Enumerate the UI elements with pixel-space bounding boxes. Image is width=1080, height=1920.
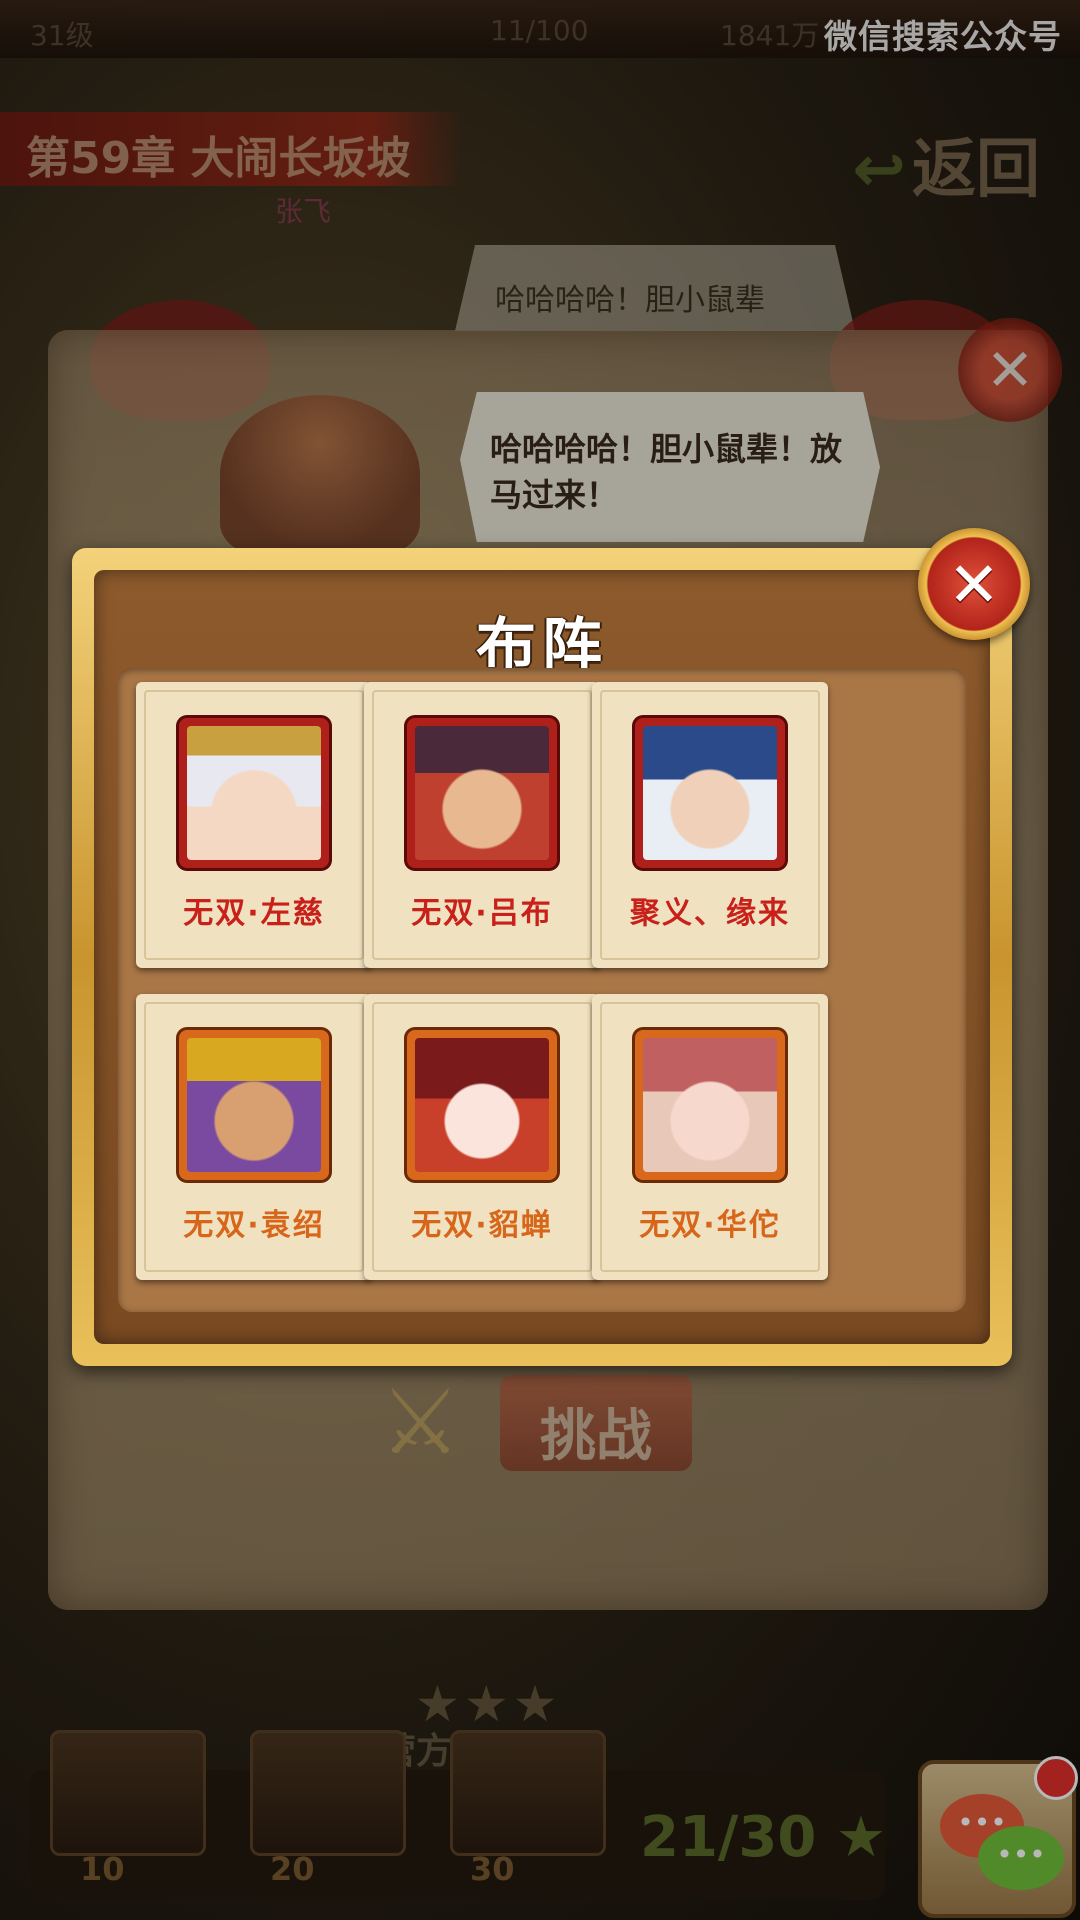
card-label: 无双·貂蝉 <box>411 1208 553 1243</box>
card-label: 无双·左慈 <box>183 896 325 931</box>
card-label: 无双·袁绍 <box>183 1208 325 1243</box>
close-icon: ✕ <box>948 547 1000 621</box>
formation-card[interactable]: 聚义、缘来 <box>592 682 828 968</box>
diaochan-portrait <box>415 1038 549 1172</box>
hero-avatar <box>635 1030 785 1180</box>
formation-card[interactable]: 无双·吕布 <box>364 682 600 968</box>
hero-avatar <box>179 718 329 868</box>
formation-card[interactable]: 无双·左慈 <box>136 682 372 968</box>
huatuo-portrait <box>643 1038 777 1172</box>
formation-modal: 布阵 无双·左慈 无双·吕布 聚义、缘来 无双·袁绍 无双·貂蝉 无双·华佗 <box>72 548 1012 1366</box>
zuoci-portrait <box>187 726 321 860</box>
card-label: 无双·吕布 <box>411 896 553 931</box>
hero-avatar <box>407 718 557 868</box>
formation-card[interactable]: 无双·华佗 <box>592 994 828 1280</box>
formation-card[interactable]: 无双·貂蝉 <box>364 994 600 1280</box>
formation-card[interactable]: 无双·袁绍 <box>136 994 372 1280</box>
formation-grid: 无双·左慈 无双·吕布 聚义、缘来 无双·袁绍 无双·貂蝉 无双·华佗 <box>118 668 966 1312</box>
modal-close-button[interactable]: ✕ <box>918 528 1030 640</box>
card-label: 聚义、缘来 <box>630 896 790 931</box>
formation-modal-body: 布阵 无双·左慈 无双·吕布 聚义、缘来 无双·袁绍 无双·貂蝉 无双·华佗 <box>94 570 990 1344</box>
lvbu-portrait <box>415 726 549 860</box>
yuanshao-portrait <box>187 1038 321 1172</box>
hero-avatar <box>179 1030 329 1180</box>
card-label: 无双·华佗 <box>639 1208 781 1243</box>
hero-portrait <box>643 726 777 860</box>
hero-avatar <box>407 1030 557 1180</box>
hero-avatar <box>635 718 785 868</box>
